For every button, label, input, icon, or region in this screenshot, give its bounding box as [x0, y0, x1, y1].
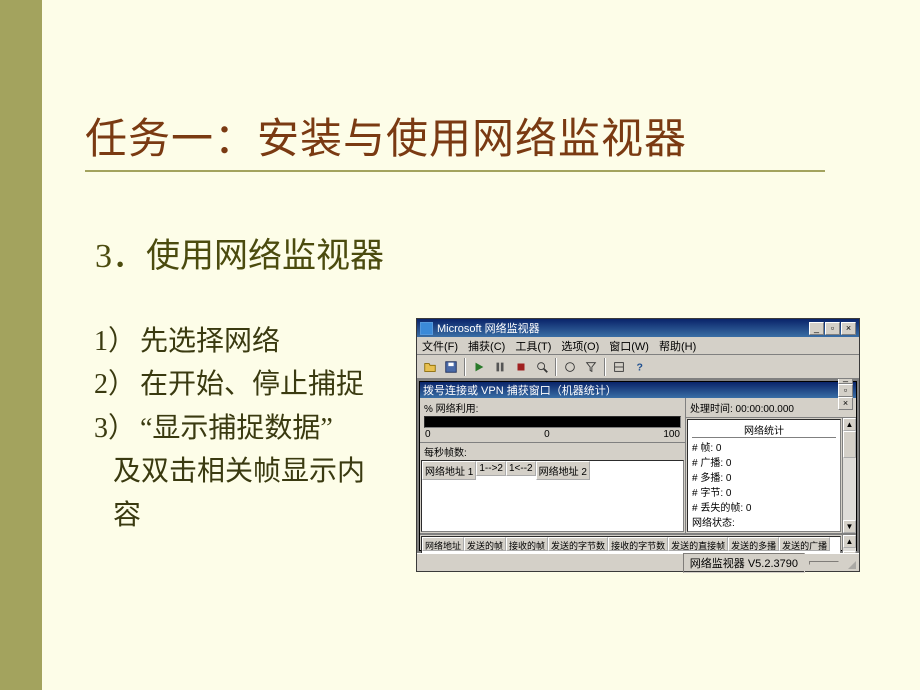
- host-grid-scrollbar[interactable]: ▲ ▼: [842, 535, 856, 553]
- stat-lost-frames: # 丢失的帧: 0: [692, 499, 836, 514]
- col-sent-frames[interactable]: 发送的帧: [464, 537, 506, 551]
- stat-bytes: # 字节: 0: [692, 484, 836, 499]
- util-scale-min: 0: [425, 429, 431, 440]
- step-num: 2）: [85, 363, 140, 406]
- app-icon: [420, 322, 433, 335]
- stat-frames: # 帧: 0: [692, 439, 836, 454]
- menu-options[interactable]: 选项(O): [561, 338, 599, 354]
- step-text: “显示捕捉数据”: [140, 407, 333, 450]
- util-scale-mid: 0: [544, 429, 550, 440]
- col-sent-broadcast[interactable]: 发送的广播: [779, 537, 830, 551]
- toolbar-separator: [555, 358, 557, 376]
- network-stats-box: 网络统计 # 帧: 0 # 广播: 0 # 多播: 0 # 字节: 0 # 丢失…: [687, 419, 841, 532]
- step-2: 2） 在开始、停止捕捉: [85, 363, 410, 406]
- col-1to2[interactable]: 1-->2: [476, 461, 506, 476]
- zoom-icon[interactable]: [560, 357, 580, 377]
- resize-grip-icon[interactable]: [843, 556, 857, 570]
- slide-accent-bar: [0, 0, 42, 690]
- frames-per-second-label: 每秒帧数:: [420, 442, 685, 460]
- step-num: 1）: [85, 320, 140, 363]
- step-3: 3） “显示捕捉数据”: [85, 407, 410, 450]
- toolbar-separator: [604, 358, 606, 376]
- network-util-label: % 网络利用:: [424, 400, 681, 415]
- help-icon[interactable]: ?: [630, 357, 650, 377]
- window-title: Microsoft 网络监视器: [437, 320, 809, 336]
- maximize-button[interactable]: ▫: [825, 322, 840, 335]
- mdi-client-area: 拨号连接或 VPN 捕获窗口（机器统计） _ ▫ × % 网络利用: 0: [417, 379, 859, 553]
- open-icon[interactable]: [420, 357, 440, 377]
- child-maximize-button[interactable]: ▫: [838, 384, 853, 397]
- child-window-title: 拨号连接或 VPN 捕获窗口（机器统计）: [423, 382, 838, 398]
- slide-title: 任务一：安装与使用网络监视器: [85, 105, 687, 166]
- toolbar-separator: [464, 358, 466, 376]
- stats-scrollbar[interactable]: ▲ ▼: [842, 418, 856, 533]
- network-util-gauge: [424, 416, 681, 428]
- menu-capture[interactable]: 捕获(C): [468, 338, 505, 354]
- scroll-up-icon[interactable]: ▲: [843, 418, 856, 431]
- pause-capture-icon[interactable]: [490, 357, 510, 377]
- stat-broadcast: # 广播: 0: [692, 454, 836, 469]
- step-1: 1） 先选择网络: [85, 320, 410, 363]
- view-capture-icon[interactable]: [532, 357, 552, 377]
- scroll-down-icon[interactable]: ▼: [843, 551, 856, 553]
- col-recv-frames[interactable]: 接收的帧: [506, 537, 548, 551]
- capture-child-window: 拨号连接或 VPN 捕获窗口（机器统计） _ ▫ × % 网络利用: 0: [419, 381, 857, 551]
- start-capture-icon[interactable]: [469, 357, 489, 377]
- col-net-addr[interactable]: 网络地址: [422, 537, 464, 551]
- col-sent-multicast[interactable]: 发送的多播: [728, 537, 779, 551]
- window-titlebar[interactable]: Microsoft 网络监视器 _ ▫ ×: [417, 319, 859, 337]
- right-pane: 处理时间: 00:00:00.000 网络统计 # 帧: 0 # 广播: 0 #…: [686, 398, 856, 533]
- stat-multicast: # 多播: 0: [692, 469, 836, 484]
- col-addr1[interactable]: 网络地址 1: [422, 461, 476, 480]
- menu-bar: 文件(F) 捕获(C) 工具(T) 选项(O) 窗口(W) 帮助(H): [417, 337, 859, 355]
- col-addr2[interactable]: 网络地址 2: [536, 461, 590, 480]
- scroll-down-icon[interactable]: ▼: [843, 520, 856, 533]
- util-scale-max: 100: [663, 429, 680, 440]
- stop-capture-icon[interactable]: [511, 357, 531, 377]
- close-button[interactable]: ×: [841, 322, 856, 335]
- stat-net-status: 网络状态:: [692, 514, 836, 529]
- filter-icon[interactable]: [581, 357, 601, 377]
- col-2to1[interactable]: 1<--2: [506, 461, 536, 476]
- child-titlebar[interactable]: 拨号连接或 VPN 捕获窗口（机器统计） _ ▫ ×: [420, 382, 856, 398]
- svg-text:?: ?: [637, 361, 643, 373]
- stats-title: 网络统计: [692, 422, 836, 438]
- col-sent-bytes[interactable]: 发送的字节数: [548, 537, 608, 551]
- menu-window[interactable]: 窗口(W): [609, 338, 649, 354]
- status-pane-empty: [809, 561, 839, 565]
- status-version: 网络监视器 V5.2.3790: [683, 553, 805, 573]
- title-underline: [85, 170, 825, 172]
- step-text: 在开始、停止捕捉: [140, 363, 364, 406]
- menu-file[interactable]: 文件(F): [422, 338, 458, 354]
- step-num: 3）: [85, 407, 140, 450]
- col-sent-direct[interactable]: 发送的直接帧: [668, 537, 728, 551]
- steps-list: 1） 先选择网络 2） 在开始、停止捕捉 3） “显示捕捉数据” 及双击相关帧显…: [85, 320, 410, 537]
- col-recv-bytes[interactable]: 接收的字节数: [608, 537, 668, 551]
- step-text: 先选择网络: [140, 320, 280, 363]
- host-stats-grid[interactable]: 网络地址 发送的帧 接收的帧 发送的字节数 接收的字节数 发送的直接帧 发送的多…: [421, 536, 841, 553]
- save-icon[interactable]: [441, 357, 461, 377]
- network-monitor-window: Microsoft 网络监视器 _ ▫ × 文件(F) 捕获(C) 工具(T) …: [416, 318, 860, 572]
- left-pane: % 网络利用: 0 0 100 每秒帧数: 网络地址 1 1-->2: [420, 398, 686, 533]
- scroll-thumb[interactable]: [843, 431, 856, 458]
- status-bar: 网络监视器 V5.2.3790: [417, 553, 859, 571]
- scroll-up-icon[interactable]: ▲: [843, 535, 856, 548]
- address-pair-grid[interactable]: 网络地址 1 1-->2 1<--2 网络地址 2: [421, 460, 684, 532]
- step-3-continuation: 及双击相关帧显示内: [113, 450, 410, 493]
- processing-time: 处理时间: 00:00:00.000: [690, 400, 852, 415]
- step-3-continuation-2: 容: [113, 494, 410, 537]
- menu-tools[interactable]: 工具(T): [515, 338, 551, 354]
- find-icon[interactable]: [609, 357, 629, 377]
- minimize-button[interactable]: _: [809, 322, 824, 335]
- menu-help[interactable]: 帮助(H): [659, 338, 696, 354]
- slide-subtitle: 3．使用网络监视器: [95, 228, 384, 277]
- toolbar: ?: [417, 355, 859, 379]
